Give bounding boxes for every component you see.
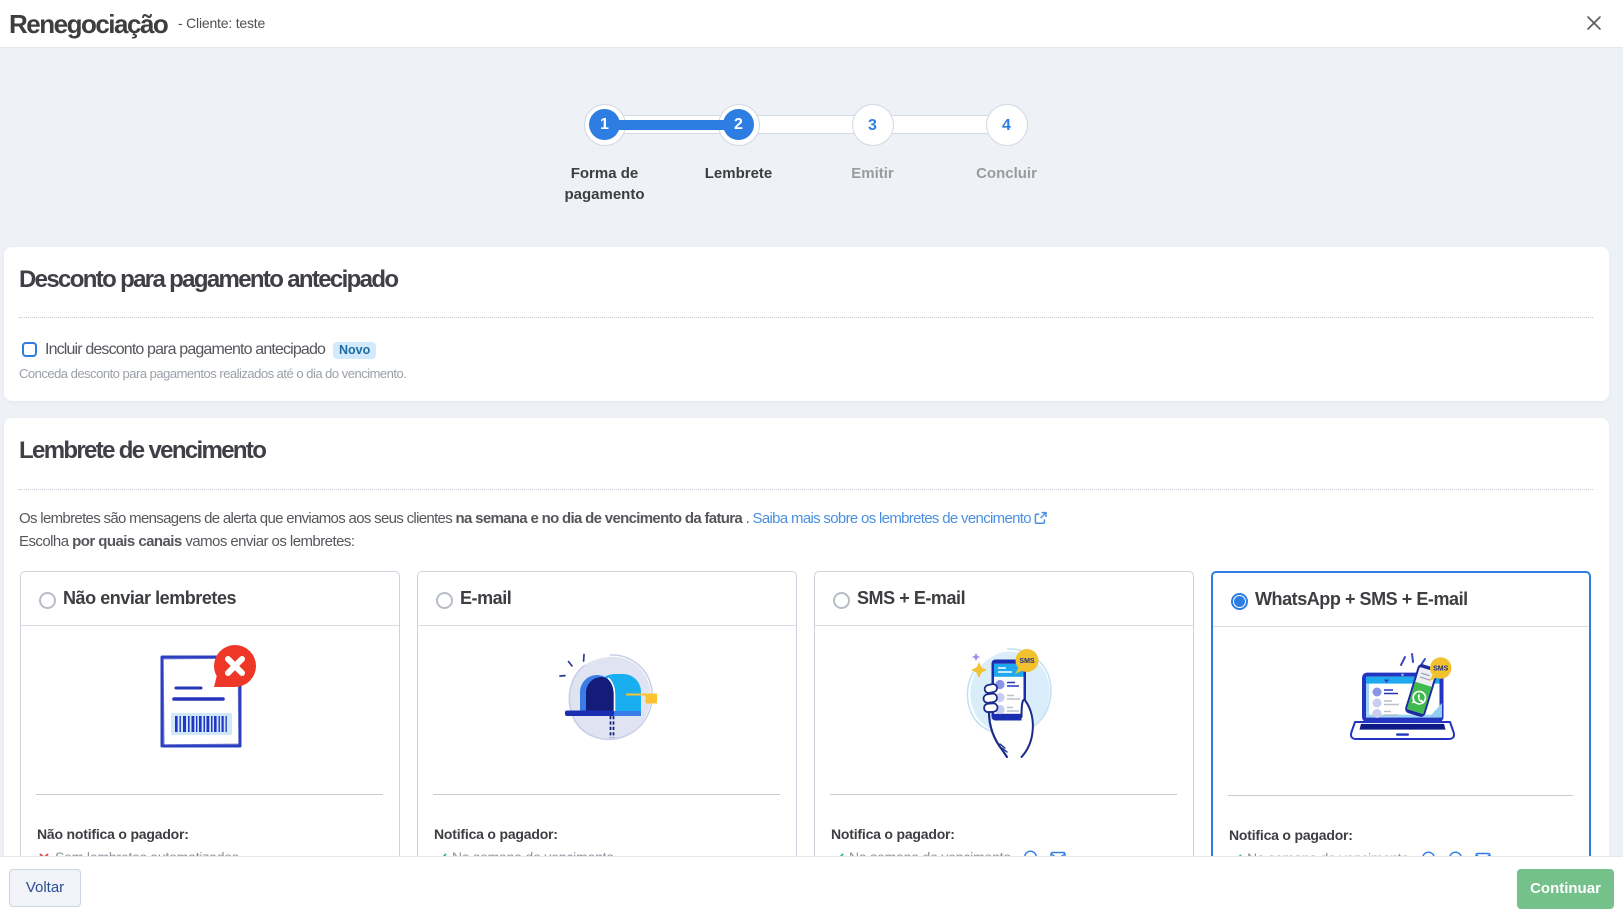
svg-text:SMS: SMS bbox=[1433, 666, 1449, 673]
svg-text:SMS: SMS bbox=[1019, 658, 1035, 665]
